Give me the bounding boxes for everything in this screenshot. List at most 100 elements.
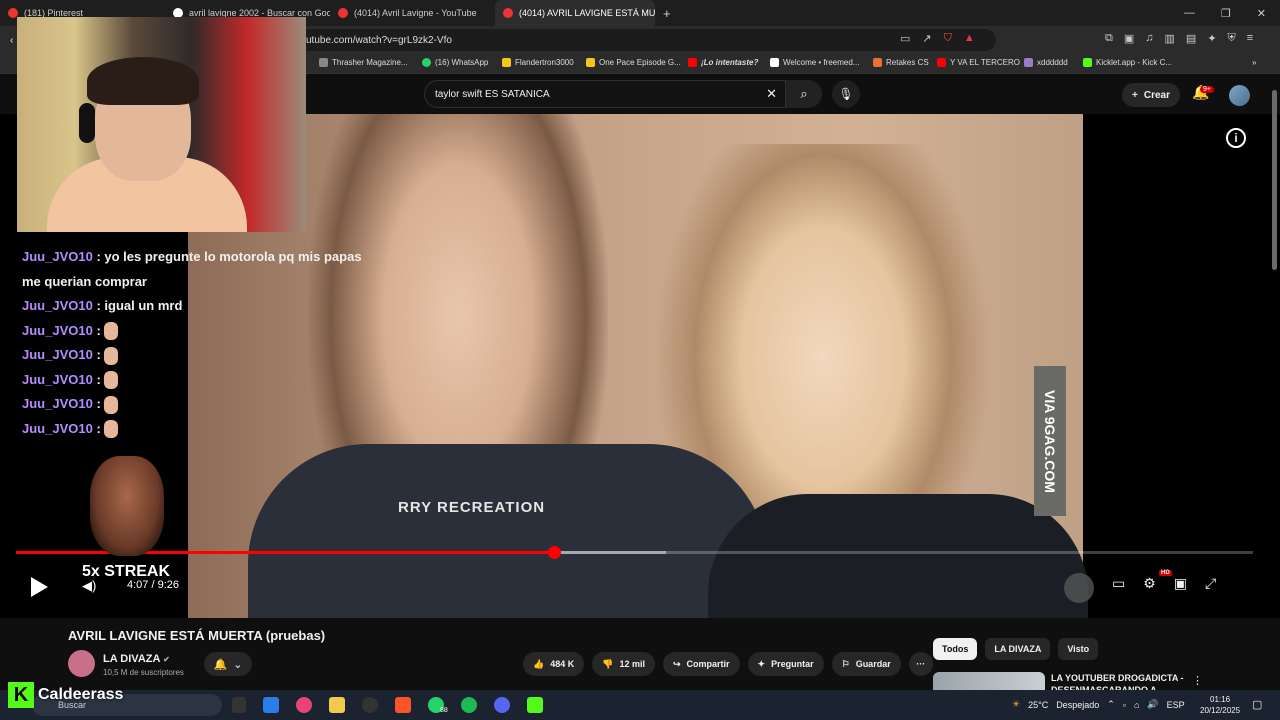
sparkle-icon: ✦	[757, 658, 766, 669]
recommended-thumbnail[interactable]	[933, 672, 1045, 690]
brave-icon[interactable]	[395, 697, 411, 713]
clear-search-icon[interactable]: ✕	[766, 86, 777, 102]
avatar[interactable]	[1229, 85, 1250, 106]
kick-app-icon[interactable]	[527, 697, 543, 713]
shirt-text: RRY RECREATION	[398, 499, 546, 516]
bookmark-item[interactable]: Y VA EL TERCERO	[937, 58, 1020, 67]
autoplay-toggle[interactable]	[1064, 573, 1094, 603]
discord-icon[interactable]	[494, 697, 510, 713]
bookmark-item[interactable]: ¡Lo intentaste?	[688, 58, 758, 67]
share-button[interactable]: ↪ Compartir	[662, 652, 740, 676]
settings-gear-icon[interactable]: ⚙	[1143, 575, 1156, 592]
toolbar-icons: ⧉ ▣ ♫ ▥ ▤ ✦ ⛨ ≡	[1105, 32, 1253, 45]
like-button[interactable]: 👍 484 K	[523, 652, 585, 676]
store-icon[interactable]	[263, 697, 279, 713]
bookmark-item[interactable]: Retakes CS	[873, 58, 929, 67]
temperature[interactable]: 25°C	[1028, 700, 1048, 710]
close-window-icon[interactable]: ✕	[1257, 7, 1266, 20]
scrollbar[interactable]	[1272, 90, 1277, 270]
menu-icon[interactable]: ≡	[1247, 32, 1253, 45]
search-button[interactable]: ⌕	[786, 80, 822, 108]
weather-icon[interactable]: ☀	[1012, 699, 1020, 710]
music-icon[interactable]: ♫	[1145, 32, 1153, 45]
brave-shield-icon[interactable]: ⛉	[944, 32, 952, 45]
video-title: AVRIL LAVIGNE ESTÁ MUERTA (pruebas)	[68, 628, 326, 643]
bookmark-item[interactable]: Welcome • freemed...	[770, 58, 859, 67]
chevron-up-icon[interactable]: ⌃	[1107, 699, 1115, 710]
bookmark-item[interactable]: xdddddd	[1024, 58, 1068, 67]
recommended-title[interactable]: LA YOUTUBER DROGADICTA - DESENMASCARANDO…	[1051, 672, 1191, 690]
progress-bar[interactable]	[16, 546, 1253, 559]
search-input[interactable]: taylor swift ES SATANICA ✕	[424, 80, 786, 108]
restore-icon[interactable]: ❐	[1221, 7, 1231, 20]
bookmark-item[interactable]: (16) WhatsApp	[422, 58, 488, 67]
bookmark-item[interactable]: One Pace Episode G...	[586, 58, 681, 67]
more-icon: ···	[916, 659, 926, 669]
chip-la-divaza[interactable]: LA DIVAZA	[985, 638, 1051, 660]
screenshot-icon[interactable]: ▣	[1124, 32, 1134, 45]
channel-name[interactable]: LA DIVAZA ✔	[103, 653, 170, 665]
subscription-bell-button[interactable]: 🔔 ⌄	[204, 652, 252, 676]
channel-avatar[interactable]	[68, 650, 95, 677]
notification-center-icon[interactable]: ▢	[1252, 698, 1262, 711]
play-button[interactable]	[31, 577, 48, 597]
wallet-icon[interactable]: ▤	[1186, 32, 1196, 45]
app-icon[interactable]	[296, 697, 312, 713]
bookmark-item[interactable]: Kicklet.app - Kick C...	[1083, 58, 1172, 67]
ask-button[interactable]: ✦ Preguntar	[747, 652, 824, 676]
kick-channel-name: Caldeerass	[38, 686, 124, 703]
theater-mode-icon[interactable]: ▣	[1174, 575, 1187, 592]
tab-youtube-active[interactable]: (4014) AVRIL LAVIGNE ESTÁ MU✕	[495, 0, 655, 26]
folder-icon[interactable]	[329, 697, 345, 713]
scrubber-handle[interactable]	[548, 546, 562, 559]
more-bookmarks-icon[interactable]: »	[1252, 58, 1256, 67]
save-label: Guardar	[855, 659, 891, 669]
more-vert-icon[interactable]: ⋮	[1192, 674, 1203, 687]
clock[interactable]: 01:16 20/12/2025	[1200, 694, 1240, 716]
leo-icon[interactable]: ✦	[1207, 32, 1216, 45]
like-count: 484 K	[550, 659, 575, 669]
spotify-icon[interactable]	[461, 697, 477, 713]
emote-icon	[104, 346, 119, 365]
info-icon[interactable]: i	[1226, 128, 1246, 148]
chip-visto[interactable]: Visto	[1058, 638, 1099, 660]
tab-youtube-avril[interactable]: (4014) Avril Lavigne - YouTube	[330, 0, 495, 26]
voice-search-button[interactable]: 🎙	[832, 80, 860, 108]
video-info: AVRIL LAVIGNE ESTÁ MUERTA (pruebas) LA D…	[0, 618, 1280, 690]
bookmark-item[interactable]: Flandertron3000	[502, 58, 574, 67]
chat-message: Juu_JVO10 :	[22, 392, 362, 417]
youtube-icon	[338, 8, 348, 18]
back-icon[interactable]: ‹	[10, 35, 13, 46]
dislike-button[interactable]: 👎 12 mil	[592, 652, 655, 676]
create-button[interactable]: + Crear	[1122, 83, 1180, 107]
tray-app-icon[interactable]: ▫	[1123, 700, 1126, 710]
speaker-icon[interactable]: 🔊	[1147, 699, 1158, 710]
fullscreen-icon[interactable]: ⤢	[1205, 575, 1216, 592]
new-tab-button[interactable]: +	[655, 6, 679, 21]
obs-icon[interactable]	[362, 697, 378, 713]
subtitles-icon[interactable]: ▭	[1112, 575, 1125, 592]
share-icon[interactable]: ↗	[922, 32, 931, 45]
chat-message: Juu_JVO10 : yo les pregunte lo motorola …	[22, 245, 362, 294]
language-indicator[interactable]: ESP	[1167, 700, 1185, 710]
rewards-icon[interactable]: ▲	[964, 32, 975, 45]
more-actions-button[interactable]: ···	[908, 652, 933, 676]
window-controls: — ❐ ✕	[1184, 7, 1280, 20]
bookmark-item[interactable]: Thrasher Magazine...	[319, 58, 408, 67]
sidebar-icon[interactable]: ▥	[1165, 32, 1175, 45]
url-field[interactable]: utube.com/watch?v=grL9zk2-Vfo	[296, 29, 996, 51]
chip-todos[interactable]: Todos	[933, 638, 978, 660]
task-view-icon[interactable]	[232, 697, 246, 713]
network-icon[interactable]: ⌂	[1134, 700, 1139, 710]
tab-label: (4014) AVRIL LAVIGNE ESTÁ MU	[519, 8, 655, 18]
minimize-icon[interactable]: —	[1184, 7, 1195, 20]
chat-user: Juu_JVO10	[22, 371, 93, 387]
cast-icon[interactable]: ▭	[900, 32, 910, 45]
vpn-icon[interactable]: ⛨	[1228, 32, 1236, 45]
weather-desc[interactable]: Despejado	[1056, 700, 1099, 710]
chat-message: Juu_JVO10 :	[22, 368, 362, 393]
extensions-icon[interactable]: ⧉	[1105, 32, 1113, 45]
chat-text: :	[96, 420, 101, 436]
streak-label: 5x STREAK	[82, 563, 171, 580]
save-button[interactable]: ⚐ Guardar	[831, 652, 901, 676]
